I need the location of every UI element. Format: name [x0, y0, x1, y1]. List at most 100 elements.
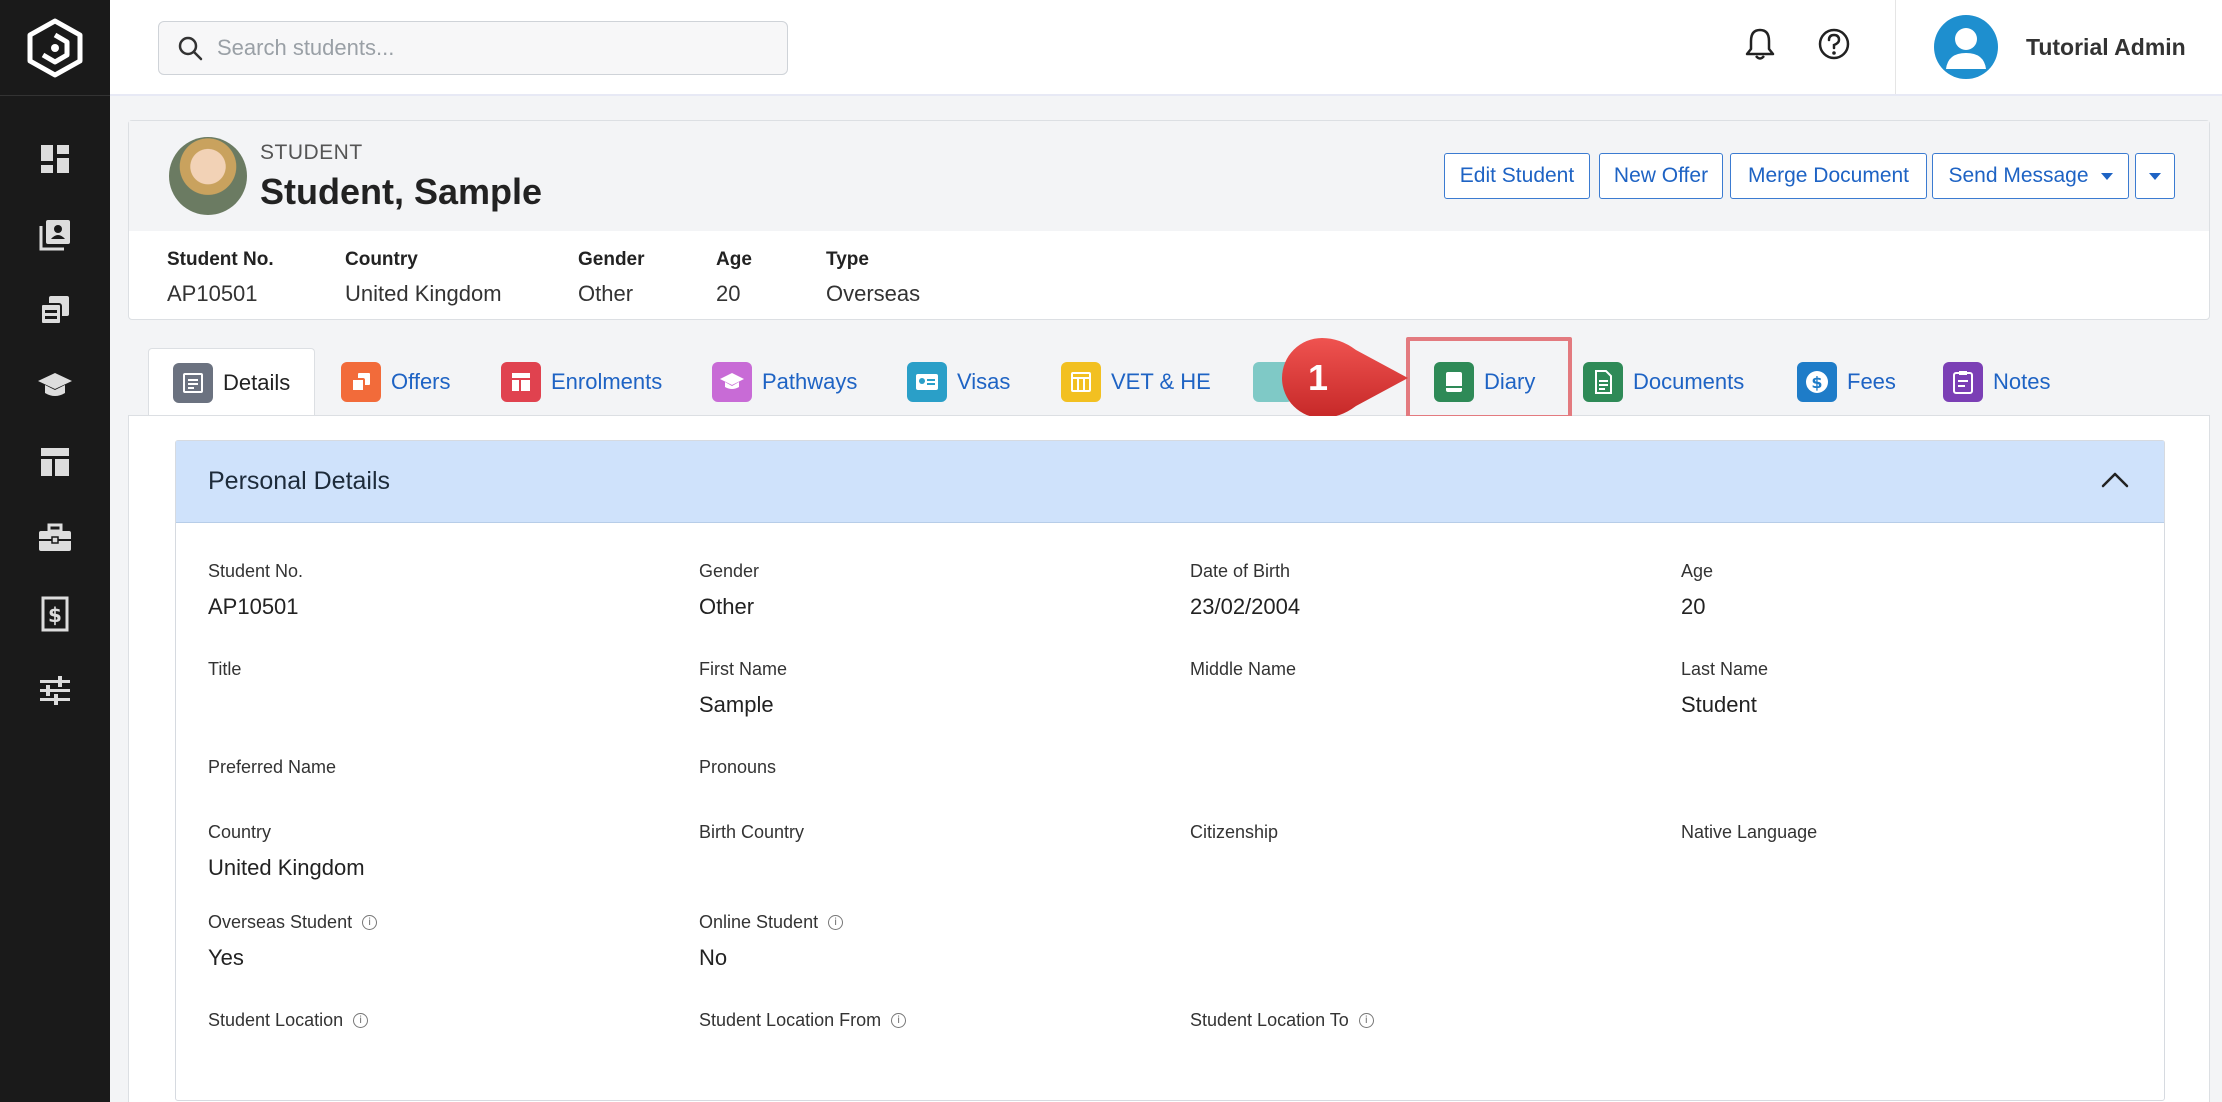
meta-label: Student No. — [167, 249, 274, 270]
tab-label: Offers — [391, 369, 451, 394]
briefcase-icon — [39, 523, 71, 551]
field-label: Student No. — [208, 561, 304, 581]
tab-fees[interactable]: $ Fees — [1797, 348, 1896, 416]
student-header-card: STUDENT Student, Sample Edit Student New… — [128, 120, 2210, 320]
tab-documents[interactable]: Documents — [1583, 348, 1744, 416]
student-type-label: STUDENT — [260, 141, 363, 164]
info-icon[interactable]: i — [891, 1013, 907, 1028]
tab-enrolments[interactable]: Enrolments — [501, 348, 662, 416]
field-last-name: Last Name Student — [1681, 659, 1768, 718]
user-icon — [1946, 28, 1986, 69]
notes-tab-icon — [1943, 362, 1983, 402]
field-value: AP10501 — [208, 594, 299, 619]
field-label: Student Location To — [1190, 1010, 1349, 1030]
tab-label: Pathways — [762, 369, 858, 394]
meta-value: Other — [578, 281, 634, 306]
help-circle-icon — [1818, 28, 1850, 60]
chevron-up-icon[interactable] — [2100, 469, 2130, 491]
meta-label: Country — [345, 249, 418, 270]
user-menu[interactable]: Tutorial Admin — [1895, 0, 2222, 94]
info-icon[interactable]: i — [353, 1013, 369, 1028]
tab-visas[interactable]: Visas — [907, 348, 1010, 416]
search-box[interactable] — [158, 21, 788, 75]
field-student-location: Student Location i — [208, 1010, 369, 1031]
dashboard-icon — [41, 145, 69, 173]
panel-header[interactable]: Personal Details — [176, 441, 2164, 523]
nav-courses[interactable] — [0, 356, 110, 416]
meta-country: Country United Kingdom — [345, 249, 502, 307]
tab-details[interactable]: Details — [148, 348, 315, 416]
edit-student-button[interactable]: Edit Student — [1444, 153, 1590, 199]
nav-students[interactable] — [0, 205, 110, 265]
details-tab-icon — [173, 362, 213, 403]
contacts-book-icon — [39, 220, 70, 251]
field-value: Sample — [699, 692, 774, 717]
more-actions-button[interactable] — [2135, 153, 2175, 199]
field-citizenship: Citizenship — [1190, 822, 1278, 855]
tab-notes[interactable]: Notes — [1943, 348, 2050, 416]
field-label: Student Location — [208, 1010, 344, 1030]
nav-dashboard[interactable] — [0, 129, 110, 189]
field-label: Student Location From — [699, 1010, 882, 1030]
nav-agents[interactable] — [0, 508, 110, 568]
nav-layout[interactable] — [0, 432, 110, 492]
field-label: Overseas Student — [208, 912, 353, 932]
field-value: 20 — [1681, 594, 1706, 619]
field-label: Citizenship — [1190, 822, 1279, 842]
tab-pathways[interactable]: Pathways — [712, 348, 857, 416]
tab-offers[interactable]: Offers — [341, 348, 451, 416]
user-avatar — [1934, 15, 1998, 79]
field-label: Native Language — [1681, 822, 1818, 842]
user-name: Tutorial Admin — [2026, 33, 2186, 60]
meta-label: Gender — [578, 249, 645, 270]
notifications-button[interactable] — [1740, 24, 1780, 64]
columns-icon — [1071, 372, 1091, 392]
help-button[interactable] — [1814, 24, 1854, 64]
field-value: 23/02/2004 — [1190, 594, 1301, 619]
panel-title: Personal Details — [208, 467, 391, 495]
step-number: 1 — [1307, 357, 1329, 398]
field-value: United Kingdom — [208, 855, 365, 880]
field-label: Birth Country — [699, 822, 805, 842]
tab-vet-he[interactable]: VET & HE — [1061, 348, 1211, 416]
tab-label: VET & HE — [1111, 369, 1211, 394]
meta-value: AP10501 — [167, 281, 258, 306]
nav-settings[interactable] — [0, 660, 110, 720]
field-value: Other — [699, 594, 755, 619]
info-icon[interactable]: i — [1358, 1013, 1374, 1028]
meta-age: Age 20 — [716, 249, 752, 307]
graduation-cap-icon — [720, 373, 744, 389]
field-label-row: Online Student i — [699, 912, 844, 933]
top-bar: Tutorial Admin — [110, 0, 2222, 96]
meta-label: Age — [716, 249, 752, 270]
layout-icon — [41, 448, 69, 476]
tab-label: Visas — [957, 369, 1011, 394]
meta-student-no: Student No. AP10501 — [167, 249, 274, 307]
student-header: STUDENT Student, Sample Edit Student New… — [129, 121, 2209, 231]
field-overseas-student: Overseas Student i Yes — [208, 912, 378, 971]
offers-tab-icon — [341, 362, 381, 402]
nav-finance[interactable]: $ — [0, 584, 110, 644]
send-message-button[interactable]: Send Message — [1932, 153, 2129, 199]
clipboard-icon — [1953, 371, 1973, 394]
documents-tab-icon — [1583, 362, 1623, 402]
fees-tab-icon: $ — [1797, 362, 1837, 402]
field-preferred-name: Preferred Name — [208, 757, 336, 790]
app-logo[interactable] — [0, 0, 110, 96]
personal-details-panel: Personal Details Student No. AP10501 Gen… — [175, 440, 2165, 1101]
field-first-name: First Name Sample — [699, 659, 787, 718]
merge-document-button[interactable]: Merge Document — [1730, 153, 1927, 199]
field-label: Last Name — [1681, 659, 1769, 679]
file-text-icon — [1595, 370, 1612, 394]
meta-label: Type — [826, 249, 869, 270]
search-input[interactable] — [217, 35, 757, 61]
id-card-icon — [916, 374, 938, 390]
nav-offers[interactable] — [0, 280, 110, 340]
sliders-icon — [40, 676, 70, 705]
info-icon[interactable]: i — [362, 915, 378, 930]
tab-label: Enrolments — [551, 369, 663, 394]
tab-label: Details — [223, 369, 291, 395]
info-icon[interactable]: i — [828, 915, 844, 930]
field-value: Yes — [208, 945, 244, 970]
new-offer-button[interactable]: New Offer — [1599, 153, 1723, 199]
